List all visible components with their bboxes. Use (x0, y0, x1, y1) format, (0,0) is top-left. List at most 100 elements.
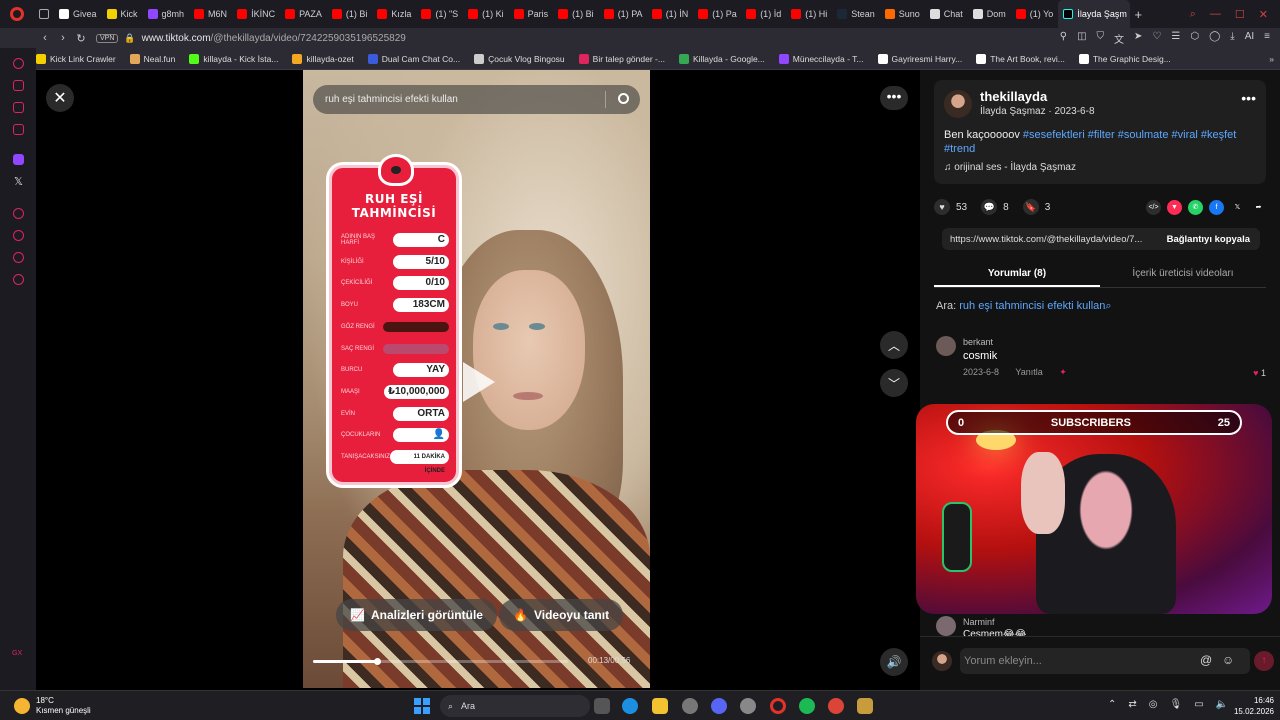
bookmark-item[interactable]: Dual Cam Chat Co... (367, 53, 460, 64)
x-share-icon[interactable]: 𝕏 (1230, 200, 1245, 215)
whatsapp-icon[interactable]: ✆ (1188, 199, 1203, 215)
browser-tab[interactable]: (1) Bi (553, 0, 599, 28)
video-search-bar[interactable]: ruh eşi tahmincisi efekti kullan (313, 85, 640, 114)
bookmark-item[interactable]: killayda-ozet (292, 53, 354, 64)
video-link[interactable]: https://www.tiktok.com/@thekillayda/vide… (950, 234, 1142, 245)
browser-tab[interactable]: (1) İN (647, 0, 694, 28)
start-button[interactable] (414, 698, 430, 714)
browser-tab[interactable]: M6N (189, 0, 232, 28)
app-icon[interactable] (740, 698, 756, 714)
bookmark-item[interactable]: The Graphic Desig... (1078, 53, 1171, 64)
emoji-icon[interactable]: ☺ (1222, 653, 1234, 667)
download-icon[interactable]: ⤓ (1230, 31, 1234, 46)
post-comment-button[interactable]: ↑ (1254, 651, 1274, 671)
extensions-icon[interactable]: ⬡ (1190, 31, 1199, 46)
play-icon[interactable] (463, 362, 495, 402)
snapshot-icon[interactable]: ◫ (1077, 31, 1086, 46)
tab-active[interactable]: İlayda Şaşm (1058, 0, 1131, 28)
tab-creator-videos[interactable]: İçerik üreticisi videoları (1100, 262, 1266, 287)
sidebar-x-icon[interactable]: 𝕏 (14, 175, 23, 188)
tab-comments[interactable]: Yorumlar (8) (934, 262, 1100, 287)
bookmark-item[interactable]: Killayda - Google... (678, 53, 765, 64)
bookmark-item[interactable]: Çocuk Vlog Bingosu (474, 53, 565, 64)
post-more-button[interactable]: ••• (1241, 90, 1256, 106)
browser-tab[interactable]: (1) PA (599, 0, 647, 28)
close-window-button[interactable]: ✕ (1259, 8, 1268, 21)
pin-icon[interactable]: ⚲ (1060, 31, 1067, 46)
send-icon[interactable]: ➤ (1134, 31, 1142, 46)
comment-button[interactable]: 💬 8 (981, 199, 1009, 215)
avatar[interactable] (936, 616, 956, 636)
hashtag-link[interactable]: #filter (1088, 129, 1115, 141)
discord-icon[interactable] (711, 698, 727, 714)
next-video-button[interactable]: ﹀ (880, 369, 908, 397)
search-tabs-icon[interactable]: ⌕ (1190, 8, 1196, 21)
sidebar-extensions-icon[interactable] (13, 252, 24, 263)
comment-user[interactable]: Narminf (963, 617, 995, 627)
comment-like-button[interactable]: ♥ 1 (1253, 368, 1266, 378)
browser-tab[interactable]: Suno (880, 0, 925, 28)
sidebar-aria-icon[interactable] (13, 58, 24, 69)
avatar[interactable] (936, 336, 956, 356)
like-button[interactable]: ♥ 53 (934, 199, 967, 215)
profile-icon[interactable]: ◯ (1209, 31, 1220, 46)
save-button[interactable]: 🔖 3 (1022, 199, 1050, 215)
send-to-friends-icon[interactable]: ▼ (1167, 199, 1182, 215)
related-search[interactable]: Ara: ruh eşi tahmincisi efekti kullan⌕ (936, 300, 1112, 313)
sidebar-settings-icon[interactable] (13, 274, 24, 285)
browser-tab[interactable]: Paris (509, 0, 554, 28)
progress-knob[interactable] (373, 658, 381, 665)
embed-icon[interactable]: </> (1146, 199, 1161, 215)
spotify-icon[interactable] (799, 698, 815, 714)
view-analytics-button[interactable]: 📈 Analizleri görüntüle (336, 599, 497, 631)
sidebar-gx-icon[interactable]: GX (12, 650, 22, 657)
hashtag-link[interactable]: #viral (1172, 129, 1198, 141)
network-icon[interactable]: ⇄ (1128, 699, 1136, 710)
browser-tab[interactable]: İKİNC (232, 0, 280, 28)
opera-menu-button[interactable] (0, 7, 34, 21)
browser-tab[interactable]: (1) "S (416, 0, 463, 28)
tab-overview-icon[interactable] (34, 0, 54, 28)
sidebar-history-icon[interactable] (13, 230, 24, 241)
taskbar-search[interactable]: ⌕ Ara (440, 695, 590, 717)
back-button[interactable]: ‹ (36, 32, 54, 44)
bookmark-item[interactable]: Bir talep gönder -... (578, 53, 665, 64)
bookmark-item[interactable]: killayda - Kick İsta... (189, 53, 278, 64)
reply-button[interactable]: Yanıtla (1015, 367, 1042, 377)
sidebar-bookmarks-icon[interactable] (13, 124, 24, 135)
sidebar-messenger-icon[interactable] (13, 102, 24, 113)
ai-button[interactable]: AI (1245, 31, 1254, 46)
search-icon[interactable] (618, 93, 629, 104)
heart-icon[interactable]: ♡ (1152, 31, 1161, 46)
browser-tab[interactable]: (1) Bi (327, 0, 373, 28)
edge-icon[interactable] (622, 698, 638, 714)
promote-video-button[interactable]: 🔥 Videoyu tanıt (499, 599, 624, 631)
music-link[interactable]: ♫ orijinal ses - İlayda Şaşmaz (944, 162, 1076, 173)
sidebar-player-icon[interactable] (13, 208, 24, 219)
hashtag-link[interactable]: #soulmate (1118, 129, 1169, 141)
bookmark-item[interactable]: Kick Link Crawler (36, 53, 116, 64)
facebook-icon[interactable]: f (1209, 199, 1224, 215)
hashtag-link[interactable]: #keşfet (1201, 129, 1236, 141)
video-progress-bar[interactable] (313, 658, 568, 665)
browser-tab[interactable]: Givea (54, 0, 102, 28)
reload-button[interactable]: ↻ (72, 32, 90, 45)
volume-button[interactable]: 🔊 (880, 648, 908, 676)
monitor-icon[interactable]: ▭ (1194, 699, 1203, 710)
maximize-button[interactable]: ☐ (1235, 8, 1245, 21)
settings-icon[interactable] (682, 698, 698, 714)
bookmark-item[interactable]: The Art Book, revi... (976, 53, 1065, 64)
minimize-button[interactable]: — (1210, 8, 1221, 21)
opera-gx-icon[interactable] (770, 698, 786, 714)
translate-icon[interactable]: 文 (1114, 31, 1124, 46)
avatar[interactable] (944, 90, 972, 118)
previous-video-button[interactable]: ︿ (880, 331, 908, 359)
video-player[interactable]: ruh eşi tahmincisi efekti kullan RUH EŞİ… (303, 70, 650, 688)
close-video-button[interactable]: ✕ (46, 84, 74, 112)
more-options-button[interactable]: ••• (880, 86, 908, 110)
shield-icon[interactable]: ⛉ (1097, 31, 1105, 46)
browser-tab[interactable]: Stean (832, 0, 880, 28)
vpn-badge[interactable]: VPN (96, 33, 119, 43)
username[interactable]: thekillayda (980, 89, 1047, 104)
browser-tab[interactable]: PAZA (280, 0, 327, 28)
